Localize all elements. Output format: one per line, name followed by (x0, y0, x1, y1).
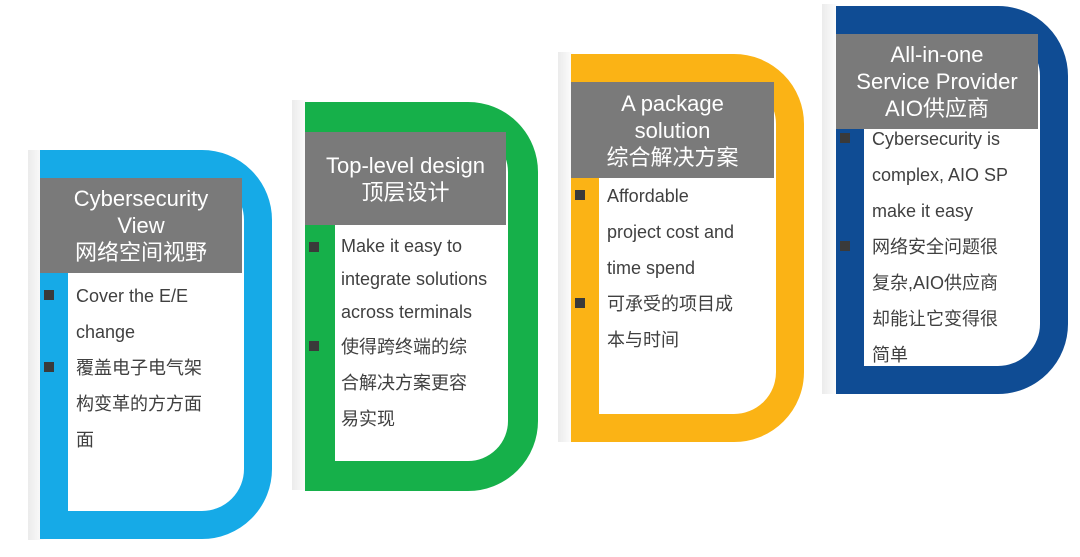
card-top-level-design: Top-level design 顶层设计 Make it easy to in… (305, 102, 538, 491)
card-bullets: Cover the E/E change 覆盖电子电气架 构变革的方方面 面 (40, 278, 240, 458)
card-bullets: Cybersecurity is complex, AIO SP make it… (836, 121, 1036, 373)
bullet-item: 覆盖电子电气架 构变革的方方面 面 (40, 350, 240, 458)
card-package-solution: A package solution 综合解决方案 Affordable pro… (571, 54, 804, 442)
card-cybersecurity-view: Cybersecurity View 网络空间视野 Cover the E/E … (40, 150, 272, 539)
card-title-line: All-in-one (890, 42, 984, 67)
bullet-item: 网络安全问题很 复杂,AIO供应商 却能让它变得很 简单 (836, 229, 1036, 373)
card-title-line: 综合解决方案 (606, 144, 739, 170)
card-title-line: 顶层设计 (361, 179, 450, 205)
card-title-line: Top-level design (326, 152, 485, 178)
bullet-item: Affordable project cost and time spend (571, 178, 771, 286)
card-title: A package solution 综合解决方案 (571, 82, 774, 178)
card-title-line: 网络空间视野 (74, 240, 207, 265)
card-title: Cybersecurity View 网络空间视野 (40, 178, 242, 273)
card-title-line: solution (634, 117, 711, 143)
bullet-item: Make it easy to integrate solutions acro… (305, 230, 505, 329)
card-title: All-in-one Service Provider AIO供应商 (836, 34, 1038, 129)
card-title-line: View (117, 213, 165, 238)
card-title: Top-level design 顶层设计 (305, 132, 506, 225)
bullet-item: Cybersecurity is complex, AIO SP make it… (836, 121, 1036, 229)
bullet-item: 使得跨终端的综 合解决方案更容 易实现 (305, 329, 505, 437)
card-title-line: Service Provider (856, 69, 1018, 94)
card-title-line: A package (621, 90, 724, 116)
card-aio-service-provider: All-in-one Service Provider AIO供应商 Cyber… (836, 6, 1068, 394)
card-bullets: Affordable project cost and time spend 可… (571, 178, 771, 358)
card-title-line: Cybersecurity (73, 186, 209, 211)
bullet-item: Cover the E/E change (40, 278, 240, 350)
bullet-item: 可承受的项目成 本与时间 (571, 286, 771, 358)
card-bullets: Make it easy to integrate solutions acro… (305, 230, 505, 437)
card-title-line: AIO供应商 (885, 96, 989, 121)
